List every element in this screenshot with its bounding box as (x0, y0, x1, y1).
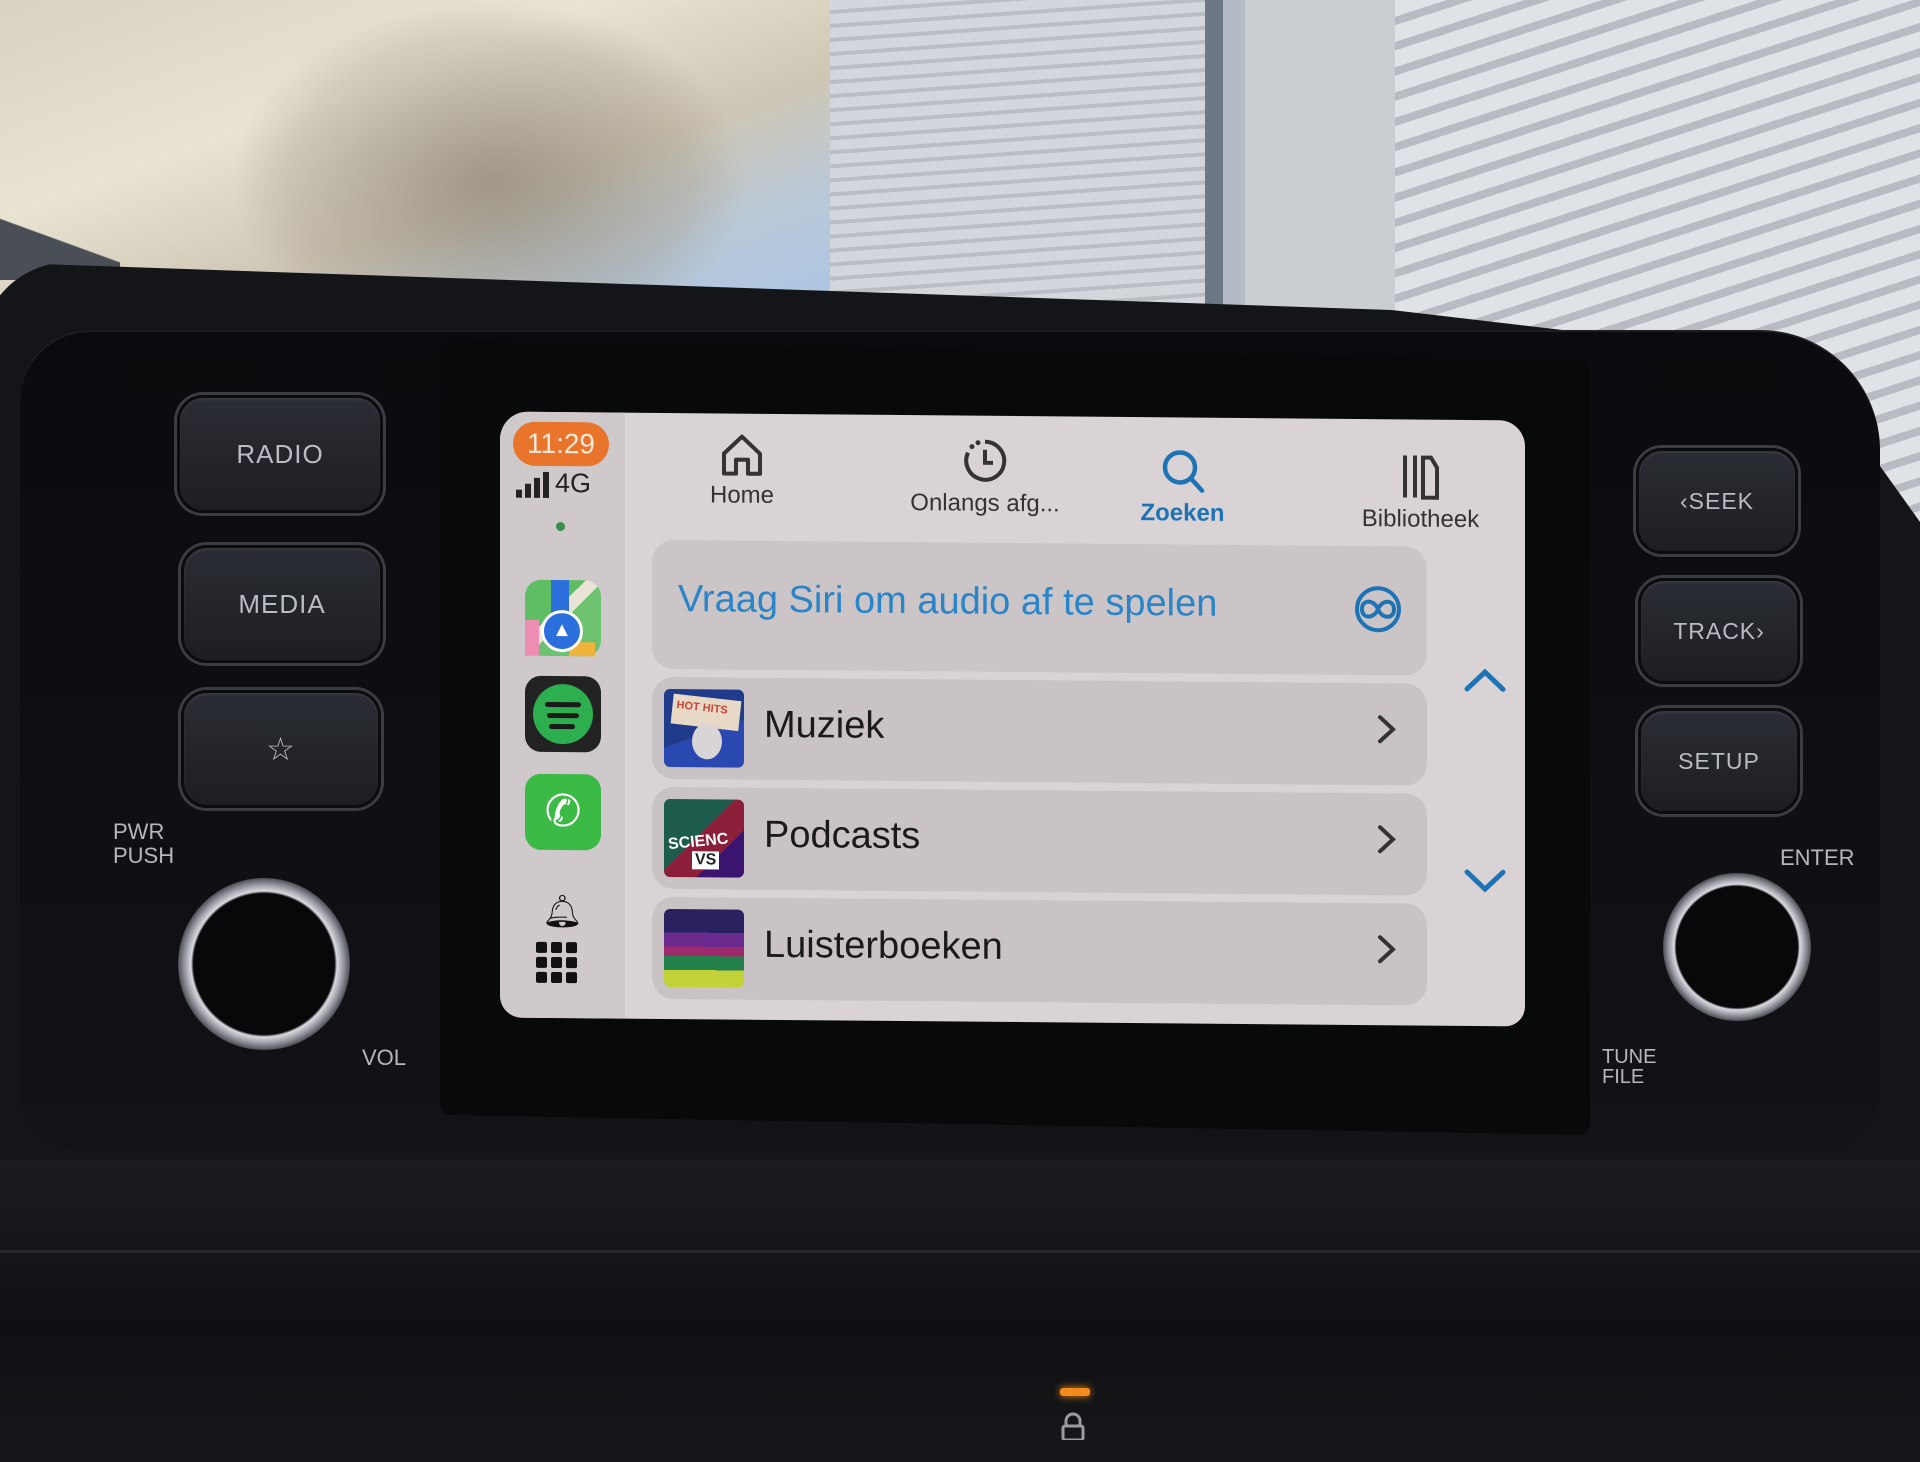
library-icon (1402, 455, 1439, 500)
phone-icon: ✆ (544, 786, 582, 837)
push-label: PUSH (113, 843, 175, 868)
cover-text: VS (692, 851, 720, 870)
volume-knob[interactable] (178, 878, 350, 1050)
favorite-button[interactable]: ☆ (181, 690, 381, 808)
seek-back-button[interactable]: ‹SEEK (1636, 448, 1798, 554)
lower-dashboard (0, 1160, 1920, 1440)
spotify-logo-icon (533, 683, 593, 745)
page-indicator-dot (556, 522, 565, 532)
clock: 11:29 (513, 421, 609, 467)
outside-tree (230, 0, 750, 300)
bell-icon[interactable]: 🔔︎ (542, 892, 583, 930)
list-item-podcasts[interactable]: SCIENC VS Podcasts (652, 786, 1427, 896)
list-item-label: Luisterboeken (764, 923, 1003, 968)
dashboard-trim (0, 1250, 1920, 1253)
tab-library-label: Bibliotheek (1361, 505, 1480, 534)
maps-area (525, 619, 539, 656)
car-interior-scene: RADIO MEDIA ☆ PWR PUSH VOL ‹SEEK TRACK› S… (0, 0, 1920, 1462)
app-grid-icon[interactable] (536, 941, 577, 984)
signal-strength-icon (516, 471, 549, 498)
star-icon: ☆ (266, 731, 296, 767)
list-item-label: Muziek (764, 703, 885, 747)
pwr-label: PWR (113, 819, 165, 844)
radio-button-label: RADIO (236, 439, 324, 469)
cover-figure (692, 723, 722, 760)
setup-button[interactable]: SETUP (1638, 708, 1800, 814)
list-item-audiobooks[interactable]: Luisterboeken (652, 896, 1427, 1006)
recent-clock-icon (964, 439, 1007, 482)
outside-building-wall (830, 0, 1210, 330)
media-button-label: MEDIA (238, 589, 326, 619)
vol-label: VOL (362, 1045, 407, 1070)
tab-search[interactable]: Zoeken (1110, 439, 1255, 528)
lock-icon (1061, 1412, 1085, 1440)
siri-prompt-text: Vraag Siri om audio af te spelen (678, 578, 1218, 625)
tune-label: TUNE (1602, 1046, 1657, 1068)
track-button-label: TRACK› (1673, 618, 1765, 644)
radio-button[interactable]: RADIO (177, 395, 383, 513)
pwr-push-label: PWR PUSH (113, 820, 174, 868)
enter-label: ENTER (1780, 845, 1855, 870)
list-item-label: Podcasts (764, 813, 921, 858)
audiobook-cover-art (664, 908, 744, 988)
chevron-right-icon (1378, 825, 1396, 854)
chevron-right-icon (1378, 935, 1396, 964)
podcast-cover-art: SCIENC VS (664, 798, 744, 878)
music-cover-art: HOT HITS (664, 688, 744, 768)
tune-knob[interactable] (1663, 873, 1811, 1021)
carplay-status-bar: 11:29 4G ▲ ✆ 🔔︎ (500, 411, 625, 1019)
search-icon (1162, 450, 1204, 493)
hazard-indicator-light (1060, 1388, 1090, 1396)
setup-button-label: SETUP (1678, 748, 1760, 774)
seek-button-label: ‹SEEK (1679, 488, 1755, 514)
navigation-arrow-icon: ▲ (541, 609, 583, 653)
file-label: FILE (1602, 1066, 1645, 1088)
scroll-down-button[interactable] (1462, 866, 1508, 896)
maps-app-icon[interactable]: ▲ (525, 579, 601, 657)
outside-building-window (1205, 0, 1395, 330)
tune-file-label: TUNE FILE (1602, 1047, 1656, 1087)
phone-app-icon[interactable]: ✆ (525, 773, 601, 851)
scroll-up-button[interactable] (1462, 665, 1508, 695)
siri-icon (1355, 586, 1401, 633)
media-button[interactable]: MEDIA (181, 545, 383, 663)
network-type: 4G (555, 468, 592, 499)
siri-prompt-row[interactable]: Vraag Siri om audio af te spelen (652, 539, 1427, 676)
tab-search-label: Zoeken (1140, 499, 1225, 527)
track-forward-button[interactable]: TRACK› (1638, 578, 1800, 684)
carplay-screen: 11:29 4G ▲ ✆ 🔔︎ Home Onlangs afg... Zoek… (500, 411, 1525, 1027)
list-item-music[interactable]: HOT HITS Muziek (652, 676, 1427, 786)
chevron-right-icon (1378, 715, 1396, 744)
spotify-app-icon[interactable] (525, 675, 601, 753)
tab-library[interactable]: Bibliotheek (1338, 445, 1503, 534)
